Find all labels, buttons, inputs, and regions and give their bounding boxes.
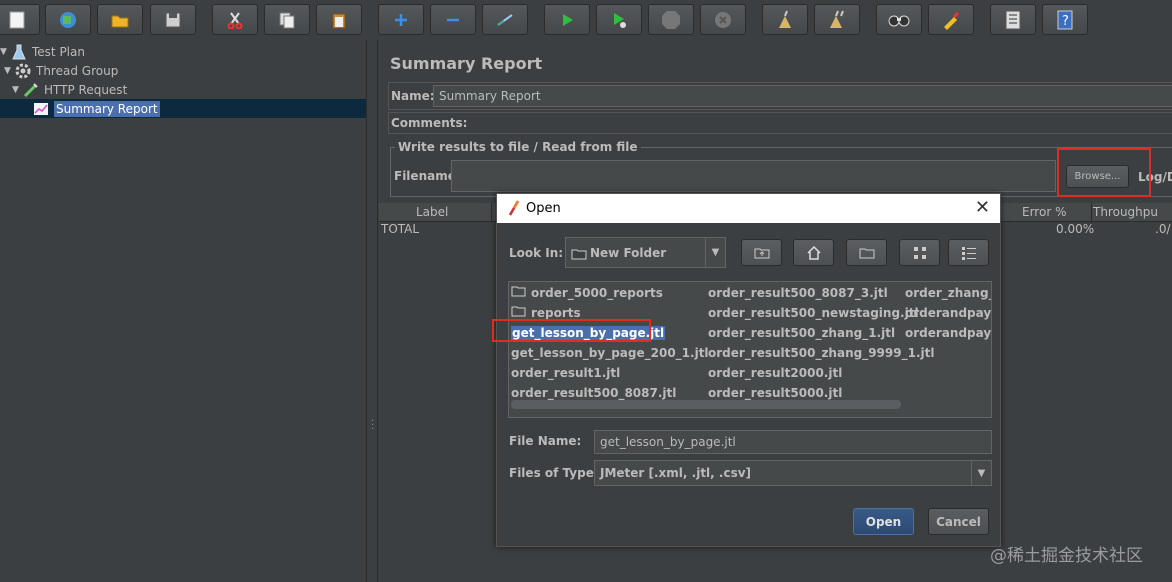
open-dialog: Open ✕ Look In: New Folder ▼ order_5000_… <box>492 193 1001 547</box>
paste-icon[interactable] <box>316 4 362 35</box>
horizontal-scrollbar[interactable] <box>511 400 901 409</box>
shutdown-icon[interactable] <box>700 4 746 35</box>
chevron-down-icon[interactable]: ▼ <box>12 85 22 95</box>
column-header-label[interactable]: Label <box>416 205 448 219</box>
file-list[interactable]: order_5000_reports reports get_lesson_by… <box>508 281 992 418</box>
new-icon[interactable] <box>0 4 40 35</box>
tree-item-label: Summary Report <box>54 100 160 117</box>
list-item[interactable]: order_result1.jtl <box>511 364 620 381</box>
column-divider <box>1091 203 1092 222</box>
write-results-group-label: Write results to file / Read from file <box>395 140 641 154</box>
open-icon[interactable] <box>97 4 143 35</box>
collapse-icon[interactable] <box>430 4 476 35</box>
list-item[interactable]: order_result500_zhang_1.jtl <box>708 324 895 341</box>
folder-icon <box>511 286 526 300</box>
help-icon[interactable]: ? <box>1042 4 1088 35</box>
details-view-icon[interactable] <box>948 239 989 266</box>
list-item[interactable]: order_result500_8087.jtl <box>511 384 676 401</box>
open-button[interactable]: Open <box>853 508 914 535</box>
list-item[interactable]: orderandpay_r <box>905 304 991 321</box>
file-type-value: JMeter [.xml, .jtl, .csv] <box>600 466 752 480</box>
list-item[interactable]: order_result500_zhang_9999_1.jtl <box>708 344 934 361</box>
copy-icon[interactable] <box>264 4 310 35</box>
filename-input[interactable] <box>451 160 1056 192</box>
list-item[interactable]: order_result500_8087_3.jtl <box>708 284 888 301</box>
function-helper-icon[interactable] <box>990 4 1036 35</box>
file-name-label: File Name: <box>509 434 582 448</box>
name-input[interactable]: Summary Report <box>433 85 1172 107</box>
chevron-down-icon[interactable]: ▼ <box>4 66 14 76</box>
toggle-icon[interactable] <box>482 4 528 35</box>
comments-row <box>388 112 1172 134</box>
tree-item-thread-group[interactable]: ▼ Thread Group <box>4 61 118 80</box>
test-plan-tree: ▼ Test Plan ▼ Thread Group ▼ HTTP Reques… <box>0 40 367 582</box>
look-in-label: Look In: <box>509 246 564 260</box>
feather-icon <box>507 200 521 220</box>
highlight-box-browse <box>1057 148 1151 197</box>
dialog-title: Open <box>526 201 561 216</box>
tree-item-test-plan[interactable]: ▼ Test Plan <box>0 42 85 61</box>
dialog-titlebar[interactable]: Open ✕ <box>497 194 1000 223</box>
chart-icon <box>32 101 50 117</box>
page-title: Summary Report <box>390 54 543 73</box>
watermark: @稀土掘金技术社区 <box>990 546 1143 566</box>
list-item[interactable]: order_result500_newstaging.jtl <box>708 304 919 321</box>
templates-icon[interactable] <box>45 4 91 35</box>
tree-item-label: Test Plan <box>32 44 85 59</box>
start-icon[interactable] <box>544 4 590 35</box>
pipette-icon <box>22 82 40 98</box>
comments-label: Comments: <box>391 116 468 130</box>
gear-icon <box>14 63 32 79</box>
tree-item-http-request[interactable]: ▼ HTTP Request <box>12 80 127 99</box>
up-folder-icon[interactable] <box>741 239 782 266</box>
table-cell-label: TOTAL <box>381 222 420 236</box>
file-type-label: Files of Type: <box>509 466 599 480</box>
file-type-select[interactable]: JMeter [.xml, .jtl, .csv] ▼ <box>594 460 992 486</box>
pane-splitter[interactable] <box>368 40 378 582</box>
filename-label: Filename <box>394 169 456 183</box>
new-folder-icon[interactable] <box>846 239 887 266</box>
start-no-pause-icon[interactable] <box>596 4 642 35</box>
tree-item-label: HTTP Request <box>44 82 128 97</box>
list-item[interactable]: orderandpay_r <box>905 324 991 341</box>
list-item[interactable]: order_result2000.jtl <box>708 364 842 381</box>
save-icon[interactable] <box>150 4 196 35</box>
splitter-grip-icon[interactable]: · · · <box>371 417 375 436</box>
folder-icon <box>571 248 587 263</box>
list-item[interactable]: order_zhang_9 <box>905 284 991 301</box>
list-item[interactable]: order_result5000.jtl <box>708 384 842 401</box>
search-icon[interactable] <box>876 4 922 35</box>
name-label: Name: <box>391 89 435 103</box>
list-item[interactable]: order_5000_reports <box>511 284 663 301</box>
cancel-button[interactable]: Cancel <box>928 508 989 535</box>
tree-item-label: Thread Group <box>36 63 119 78</box>
column-divider <box>491 203 492 222</box>
list-view-icon[interactable] <box>899 239 940 266</box>
reset-search-icon[interactable] <box>928 4 974 35</box>
folder-icon <box>511 306 526 320</box>
home-icon[interactable] <box>793 239 834 266</box>
highlight-box-selected-file <box>492 319 651 342</box>
stop-icon[interactable] <box>648 4 694 35</box>
column-header-throughput[interactable]: Throughpu <box>1093 205 1158 219</box>
table-cell-error: 0.00% <box>1056 222 1095 236</box>
column-header-error[interactable]: Error % <box>1022 205 1066 219</box>
svg-text:?: ? <box>1062 14 1069 29</box>
clear-icon[interactable] <box>762 4 808 35</box>
flask-icon <box>10 44 28 60</box>
toolbar: ? <box>0 0 1172 40</box>
clear-all-icon[interactable] <box>814 4 860 35</box>
cut-icon[interactable] <box>212 4 258 35</box>
close-icon[interactable]: ✕ <box>975 197 990 218</box>
list-item[interactable]: get_lesson_by_page_200_1.jtl <box>511 344 709 361</box>
chevron-down-icon[interactable]: ▼ <box>0 47 10 57</box>
look-in-select[interactable]: New Folder ▼ <box>565 237 726 268</box>
chevron-down-icon[interactable]: ▼ <box>705 238 725 267</box>
tree-item-summary-report[interactable]: Summary Report <box>32 99 160 118</box>
table-cell-throughput: .0/ <box>1155 222 1171 236</box>
chevron-down-icon[interactable]: ▼ <box>971 461 991 485</box>
expand-icon[interactable] <box>378 4 424 35</box>
file-name-input[interactable]: get_lesson_by_page.jtl <box>594 430 992 454</box>
look-in-value: New Folder <box>590 246 667 260</box>
